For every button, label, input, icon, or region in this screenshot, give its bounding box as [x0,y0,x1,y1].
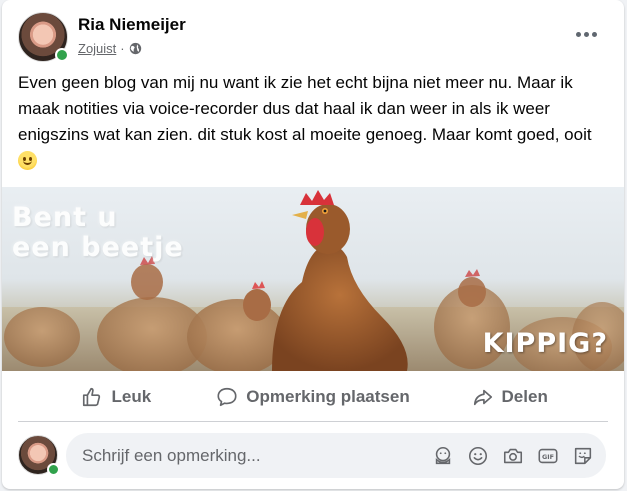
more-dot-icon [583,31,589,37]
like-label: Leuk [111,386,152,406]
post-timestamp[interactable]: Zojuist [78,41,116,56]
photo-caption-top: Bent u een beetje [12,203,202,263]
avatar-sticker-icon[interactable] [431,444,454,467]
commenter-avatar[interactable] [18,435,60,476]
comment-input[interactable]: Schrijf een opmerking... GIF [66,433,606,478]
action-bar: Leuk Opmerking plaatsen Delen [18,372,608,422]
comment-input-icons: GIF [431,444,594,467]
more-options-button[interactable] [570,22,602,46]
post-photo[interactable]: Bent u een beetje KIPPIG? [2,187,624,371]
post-header: Ria Niemeijer Zojuist · [2,0,624,66]
gif-icon[interactable]: GIF [536,444,559,467]
share-button[interactable]: Delen [411,377,608,417]
camera-icon[interactable] [501,444,524,467]
post-message-text: Even geen blog van mij nu want ik zie he… [18,73,592,144]
author-avatar[interactable] [18,12,69,62]
meta-separator: · [120,41,125,56]
photo-caption-bottom: KIPPIG? [482,328,608,359]
post-card: Ria Niemeijer Zojuist · Even geen blog v… [2,0,624,489]
caption-line-1: Bent u [12,202,118,233]
sticker-icon[interactable] [571,444,594,467]
online-status-dot [47,463,60,476]
post-meta: Zojuist · [78,41,142,56]
emoji-icon[interactable] [466,444,489,467]
post-message: Even geen blog van mij nu want ik zie he… [18,70,614,174]
slightly-smiling-face-icon [18,151,37,170]
more-dot-icon [591,31,597,37]
comment-composer: Schrijf een opmerking... GIF [18,433,608,479]
comment-placeholder: Schrijf een opmerking... [82,446,261,465]
comment-label: Opmerking plaatsen [246,386,410,406]
like-button[interactable]: Leuk [18,377,215,417]
thumbs-up-icon [83,387,101,406]
share-label: Delen [501,386,548,406]
globe-icon[interactable] [129,42,142,55]
author-name[interactable]: Ria Niemeijer [78,15,186,35]
more-dot-icon [575,31,581,37]
comment-button[interactable]: Opmerking plaatsen [215,377,412,417]
comment-bubble-icon [217,387,237,406]
share-arrow-icon [473,389,492,405]
online-status-dot [55,48,69,62]
svg-text:GIF: GIF [541,453,553,461]
caption-line-2: een beetje [12,232,184,263]
